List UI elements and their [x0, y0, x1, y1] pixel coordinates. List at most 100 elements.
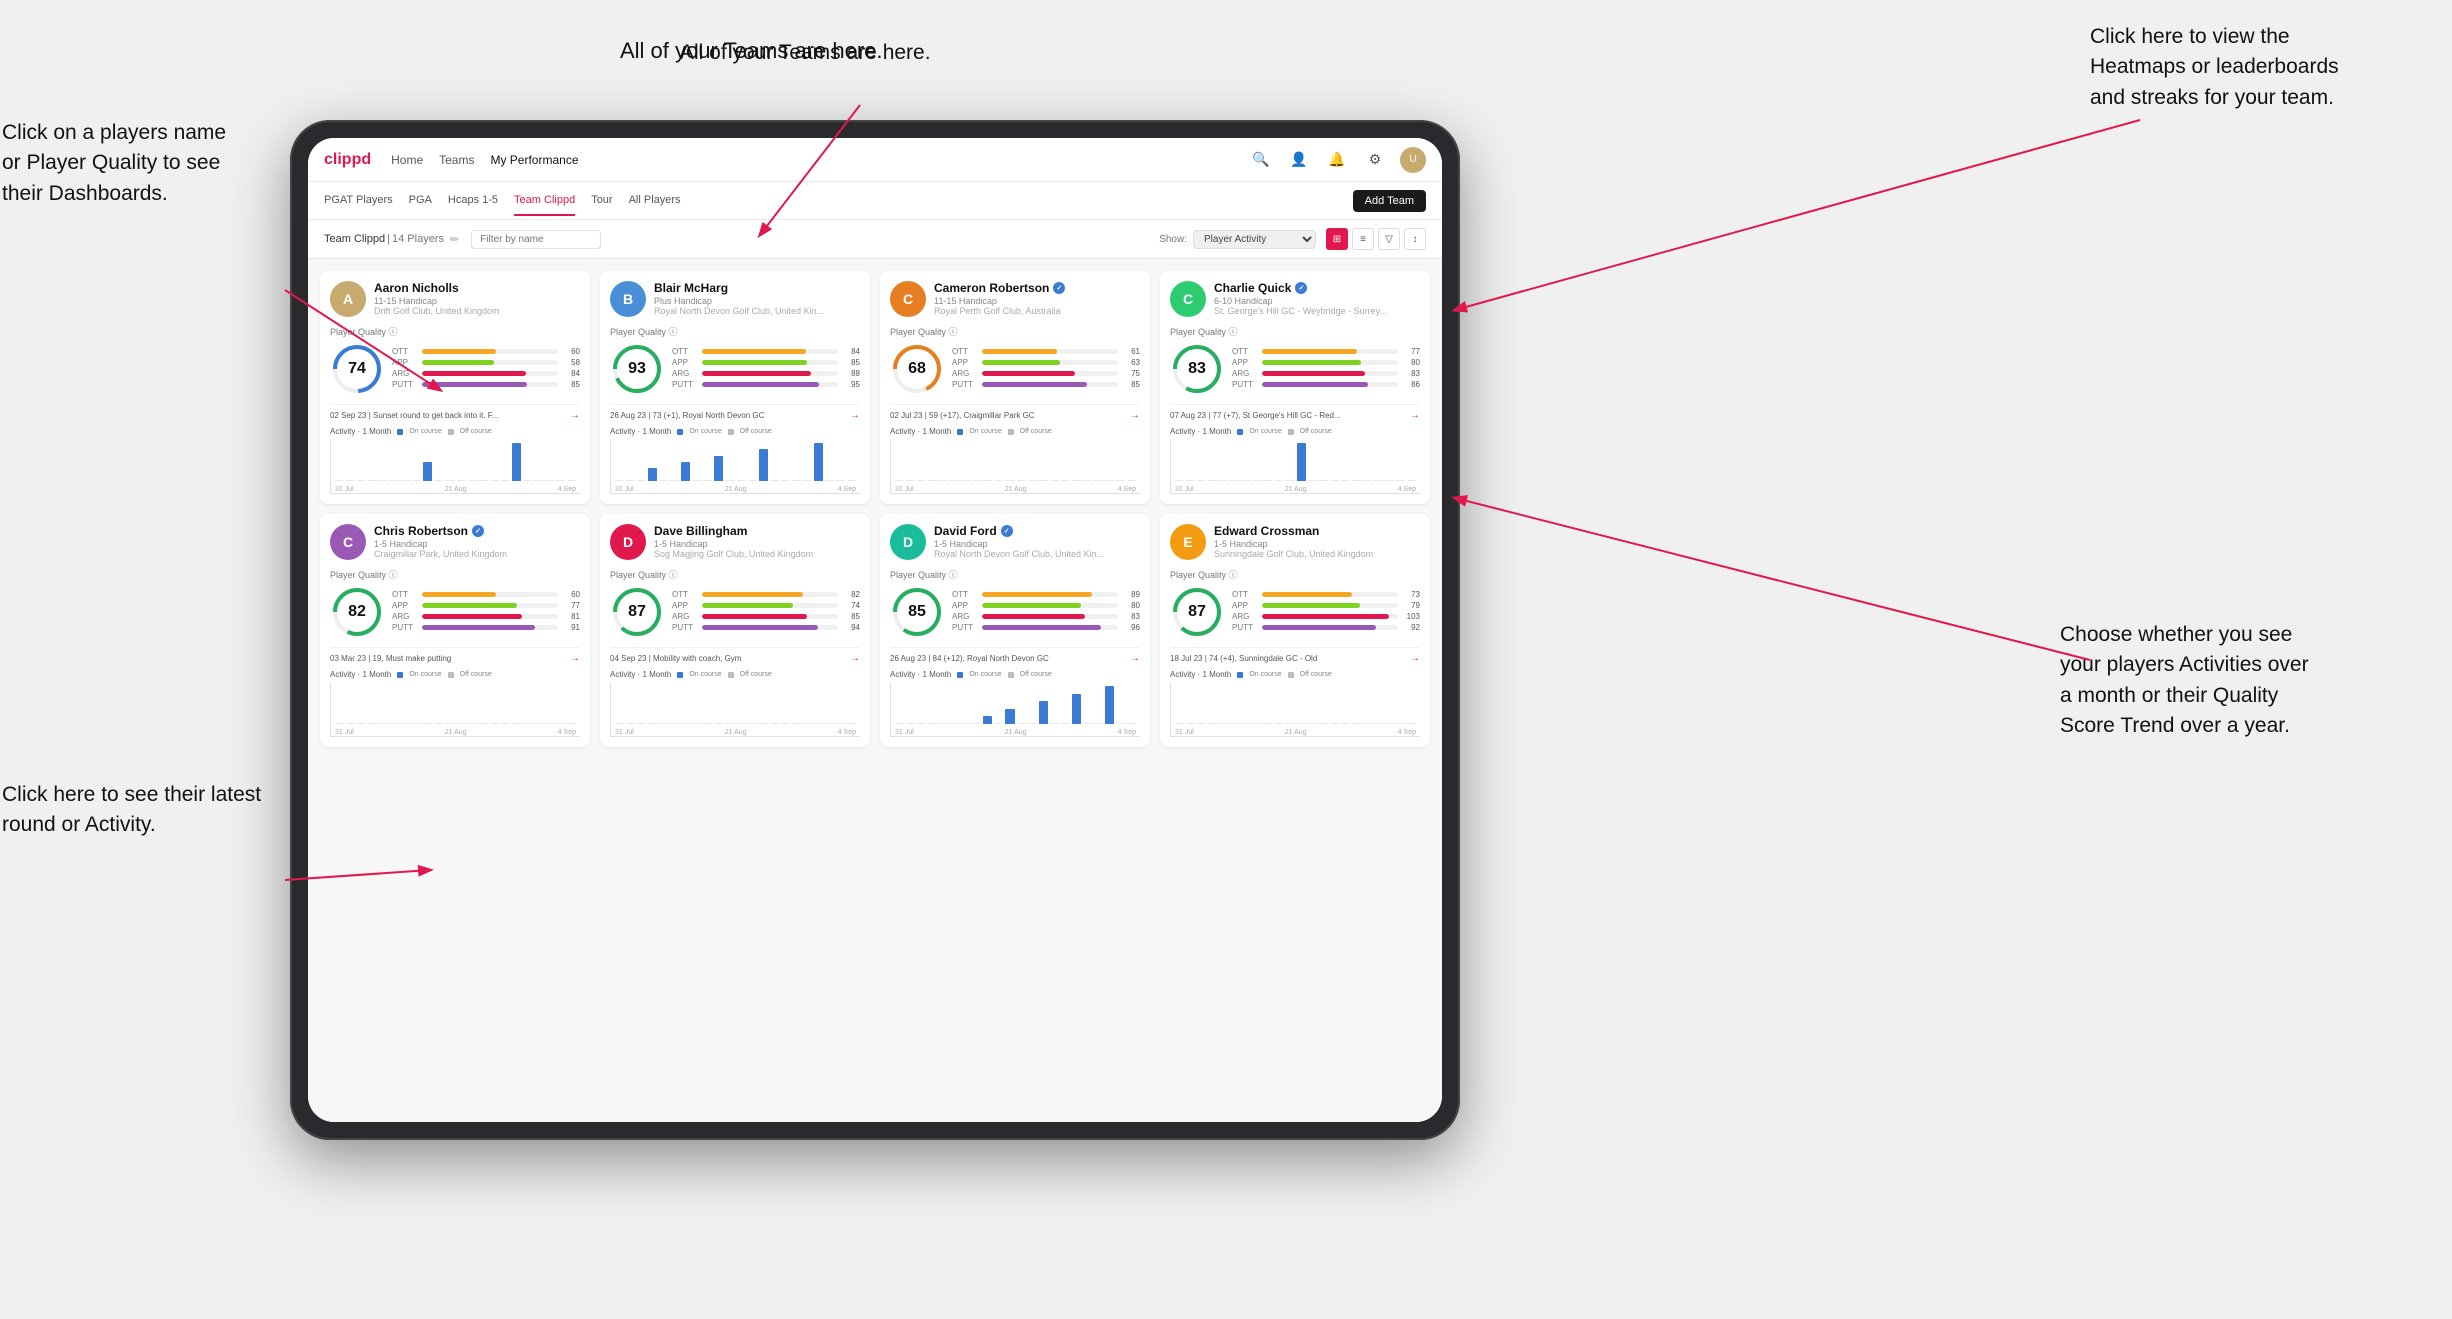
quality-circle[interactable]: 87 [610, 585, 664, 639]
player-header: E Edward Crossman 1-5 Handicap Sunningda… [1170, 524, 1420, 560]
quality-label: Player Quality ⓘ [330, 325, 580, 338]
player-name: Blair McHarg [654, 281, 860, 295]
chart-label-start: 31 Jul [615, 486, 634, 493]
edit-icon[interactable]: ✏ [450, 233, 459, 246]
activity-title: Activity · 1 Month [610, 670, 671, 679]
player-card[interactable]: A Aaron Nicholls 11-15 Handicap Drift Go… [320, 271, 590, 504]
quality-circle[interactable]: 85 [890, 585, 944, 639]
player-avatar: D [890, 524, 926, 560]
bell-icon[interactable]: 🔔 [1324, 147, 1350, 173]
quality-circle[interactable]: 93 [610, 342, 664, 396]
nav-teams[interactable]: Teams [439, 149, 474, 171]
stat-bar-bg [1262, 371, 1398, 376]
stat-bar-bg [1262, 625, 1398, 630]
sub-nav-pgat[interactable]: PGAT Players [324, 186, 393, 216]
show-select[interactable]: Player Activity Quality Score Trend [1193, 230, 1316, 249]
round-info[interactable]: 03 Mar 23 | 19, Must make putting → [330, 647, 580, 664]
off-course-label: Off course [1300, 671, 1332, 678]
settings-icon[interactable]: ⚙ [1362, 147, 1388, 173]
stat-value: 103 [1402, 612, 1420, 621]
nav-home[interactable]: Home [391, 149, 423, 171]
stat-row: OTT 60 [392, 590, 580, 599]
round-info[interactable]: 04 Sep 23 | Mobility with coach, Gym → [610, 647, 860, 664]
stat-value: 61 [1122, 347, 1140, 356]
round-text: 18 Jul 23 | 74 (+4), Sunningdale GC - Ol… [1170, 654, 1317, 663]
player-card[interactable]: E Edward Crossman 1-5 Handicap Sunningda… [1160, 514, 1430, 747]
round-info[interactable]: 26 Aug 23 | 84 (+12), Royal North Devon … [890, 647, 1140, 664]
sub-nav-hcaps[interactable]: Hcaps 1-5 [448, 186, 498, 216]
player-card[interactable]: D David Ford ✓ 1-5 Handicap Royal North … [880, 514, 1150, 747]
nav-my-performance[interactable]: My Performance [490, 149, 578, 171]
nav-logo: clippd [324, 151, 371, 169]
list-view-button[interactable]: ≡ [1352, 228, 1374, 250]
player-card[interactable]: C Cameron Robertson ✓ 11-15 Handicap Roy… [880, 271, 1150, 504]
stat-bar-bg [982, 603, 1118, 608]
stat-row: APP 85 [672, 358, 860, 367]
player-card[interactable]: C Chris Robertson ✓ 1-5 Handicap Craigmi… [320, 514, 590, 747]
quality-circle[interactable]: 74 [330, 342, 384, 396]
sub-nav-all-players[interactable]: All Players [629, 186, 681, 216]
sub-nav-team-clippd[interactable]: Team Clippd [514, 186, 575, 216]
filter-input[interactable] [471, 230, 601, 249]
stat-value: 86 [1402, 380, 1420, 389]
quality-circle[interactable]: 82 [330, 585, 384, 639]
activity-legend: On course Off course [677, 428, 771, 435]
player-name: Dave Billingham [654, 524, 860, 538]
activity-title: Activity · 1 Month [890, 670, 951, 679]
grid-view-button[interactable]: ⊞ [1326, 228, 1348, 250]
quality-circle[interactable]: 87 [1170, 585, 1224, 639]
stat-label: APP [392, 358, 418, 367]
player-card[interactable]: D Dave Billingham 1-5 Handicap Sog Magji… [600, 514, 870, 747]
quality-section: 93 OTT 84 APP [610, 342, 860, 396]
search-icon[interactable]: 🔍 [1248, 147, 1274, 173]
off-course-label: Off course [460, 428, 492, 435]
activity-section: Activity · 1 Month On course Off course … [330, 427, 580, 494]
round-info[interactable]: 02 Jul 23 | 59 (+17), Craigmillar Park G… [890, 404, 1140, 421]
stat-value: 94 [842, 623, 860, 632]
sort-button[interactable]: ↕ [1404, 228, 1426, 250]
stat-bar-fill [702, 592, 803, 597]
activity-section: Activity · 1 Month On course Off course … [1170, 670, 1420, 737]
round-info[interactable]: 02 Sep 23 | Sunset round to get back int… [330, 404, 580, 421]
player-handicap: Plus Handicap [654, 296, 860, 306]
round-arrow-icon: → [850, 653, 860, 664]
stat-label: OTT [672, 347, 698, 356]
activity-title: Activity · 1 Month [330, 670, 391, 679]
team-count-label: | [387, 233, 390, 245]
stats-bars: OTT 84 APP 85 [672, 347, 860, 391]
stat-bar-bg [702, 614, 838, 619]
stat-value: 95 [842, 380, 860, 389]
stat-row: OTT 82 [672, 590, 860, 599]
quality-circle[interactable]: 83 [1170, 342, 1224, 396]
stat-bar-bg [702, 592, 838, 597]
quality-circle[interactable]: 68 [890, 342, 944, 396]
quality-section: 74 OTT 60 APP [330, 342, 580, 396]
verified-badge: ✓ [472, 525, 484, 537]
chart-bars [1171, 436, 1420, 481]
off-course-dot [448, 429, 454, 435]
player-name: Charlie Quick ✓ [1214, 281, 1420, 295]
off-course-dot [1288, 429, 1294, 435]
activity-section: Activity · 1 Month On course Off course … [890, 670, 1140, 737]
activity-section: Activity · 1 Month On course Off course … [610, 427, 860, 494]
player-card[interactable]: B Blair McHarg Plus Handicap Royal North… [600, 271, 870, 504]
nav-avatar[interactable]: U [1400, 147, 1426, 173]
add-team-button[interactable]: Add Team [1353, 190, 1426, 212]
round-info[interactable]: 07 Aug 23 | 77 (+7), St George's Hill GC… [1170, 404, 1420, 421]
main-content: A Aaron Nicholls 11-15 Handicap Drift Go… [308, 259, 1442, 1122]
round-info[interactable]: 18 Jul 23 | 74 (+4), Sunningdale GC - Ol… [1170, 647, 1420, 664]
person-icon[interactable]: 👤 [1286, 147, 1312, 173]
player-card[interactable]: C Charlie Quick ✓ 6-10 Handicap St. Geor… [1160, 271, 1430, 504]
sub-nav-pga[interactable]: PGA [409, 186, 432, 216]
stat-label: OTT [392, 590, 418, 599]
sub-nav-tour[interactable]: Tour [591, 186, 612, 216]
stat-value: 77 [1402, 347, 1420, 356]
filter-button[interactable]: ▽ [1378, 228, 1400, 250]
stat-row: OTT 61 [952, 347, 1140, 356]
round-info[interactable]: 26 Aug 23 | 73 (+1), Royal North Devon G… [610, 404, 860, 421]
stat-bar-fill [422, 625, 535, 630]
stats-bars: OTT 73 APP 79 [1232, 590, 1420, 634]
stat-bar-bg [1262, 592, 1398, 597]
player-info: Edward Crossman 1-5 Handicap Sunningdale… [1214, 524, 1420, 559]
activity-header: Activity · 1 Month On course Off course [330, 427, 580, 436]
